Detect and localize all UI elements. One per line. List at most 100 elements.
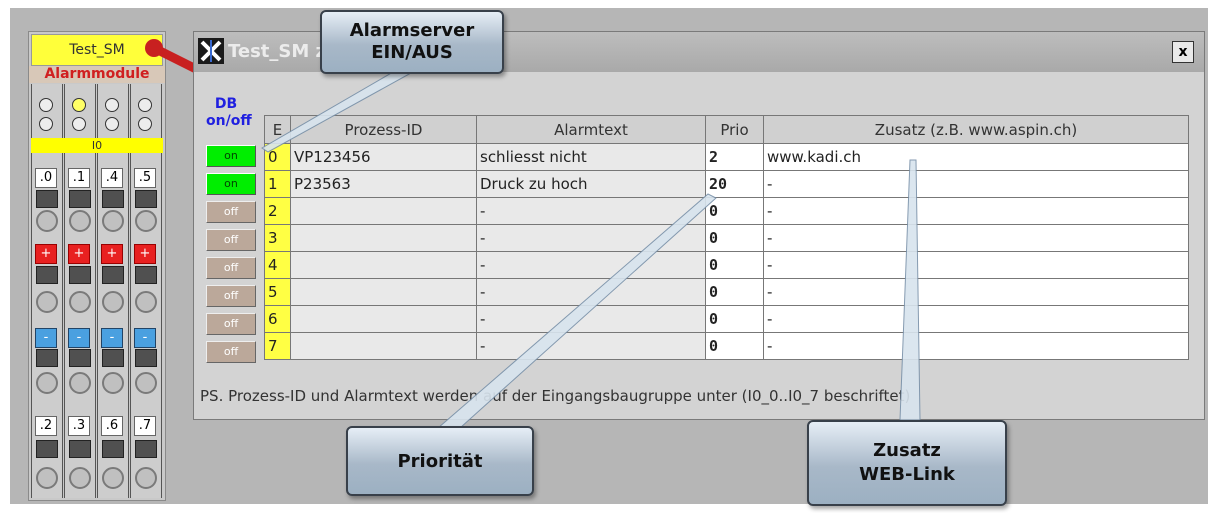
cell-alarmtext[interactable]: schliesst nicht xyxy=(476,143,706,171)
cell-zusatz[interactable]: - xyxy=(763,251,1189,279)
cell-prozess-id[interactable]: VP123456 xyxy=(290,143,477,171)
db-toggle-button[interactable]: off xyxy=(206,341,256,363)
status-led xyxy=(72,117,86,131)
callout-alarmserver: Alarmserver EIN/AUS xyxy=(320,10,504,74)
table-row: 1 P23563 Druck zu hoch 20- xyxy=(264,170,1189,198)
cell-alarmtext[interactable]: - xyxy=(476,224,706,252)
minus-button[interactable]: - xyxy=(68,328,90,348)
cell-zusatz[interactable]: - xyxy=(763,197,1189,225)
output-indicator xyxy=(69,266,91,284)
status-lamp xyxy=(36,372,58,394)
cell-prio[interactable]: 0 xyxy=(705,224,764,252)
input-indicator xyxy=(36,190,58,208)
cell-prio[interactable]: 0 xyxy=(705,251,764,279)
db-toggle-button[interactable]: off xyxy=(206,285,256,307)
status-lamp xyxy=(69,372,91,394)
db-toggle-button[interactable]: off xyxy=(206,313,256,335)
db-toggle-button[interactable]: on xyxy=(206,145,256,167)
db-on-off-label: on/off xyxy=(206,113,252,129)
cell-prozess-id[interactable]: P23563 xyxy=(290,170,477,198)
cell-prozess-id[interactable] xyxy=(290,224,477,252)
minus-button[interactable]: - xyxy=(35,328,57,348)
db-toggle-button[interactable]: off xyxy=(206,257,256,279)
cell-zusatz[interactable]: - xyxy=(763,278,1189,306)
input-indicator xyxy=(102,190,124,208)
cell-zusatz[interactable]: - xyxy=(763,170,1189,198)
cell-index: 3 xyxy=(264,224,291,252)
cell-index: 1 xyxy=(264,170,291,198)
close-button[interactable]: x xyxy=(1172,41,1194,63)
cell-prozess-id[interactable] xyxy=(290,305,477,333)
input-bit-label: .4 xyxy=(101,168,123,188)
cell-prozess-id[interactable] xyxy=(290,332,477,360)
db-toggle-button[interactable]: on xyxy=(206,173,256,195)
db-label: DB xyxy=(214,96,238,112)
cell-prio[interactable]: 0 xyxy=(705,305,764,333)
table-row: 7 -0- xyxy=(264,332,1189,360)
cell-prio[interactable]: 0 xyxy=(705,332,764,360)
cell-zusatz[interactable]: - xyxy=(763,224,1189,252)
status-lamp xyxy=(102,372,124,394)
status-led xyxy=(138,117,152,131)
db-toggle-button[interactable]: off xyxy=(206,201,256,223)
output-indicator xyxy=(135,266,157,284)
plus-button[interactable]: + xyxy=(68,244,90,264)
status-led xyxy=(138,98,152,112)
cell-prio[interactable]: 0 xyxy=(705,278,764,306)
plus-button[interactable]: + xyxy=(101,244,123,264)
cell-prozess-id[interactable] xyxy=(290,251,477,279)
output-indicator xyxy=(36,349,58,367)
alarm-table: E Prozess-ID Alarmtext Prio Zusatz (z.B.… xyxy=(264,115,1189,360)
callout-prioritaet-text: Priorität xyxy=(397,450,483,472)
table-row: 5 -0- xyxy=(264,278,1189,306)
cell-prozess-id[interactable] xyxy=(290,197,477,225)
output-indicator xyxy=(102,349,124,367)
input-indicator xyxy=(102,440,124,458)
cell-alarmtext[interactable]: - xyxy=(476,278,706,306)
cell-zusatz[interactable]: - xyxy=(763,332,1189,360)
minus-button[interactable]: - xyxy=(101,328,123,348)
status-lamp xyxy=(36,291,58,313)
cell-index: 6 xyxy=(264,305,291,333)
table-row: 4 -0- xyxy=(264,251,1189,279)
plus-button[interactable]: + xyxy=(35,244,57,264)
cell-zusatz[interactable]: www.kadi.ch xyxy=(763,143,1189,171)
cell-alarmtext[interactable]: - xyxy=(476,305,706,333)
callout-zusatz: Zusatz WEB-Link xyxy=(807,420,1007,506)
table-row: 6 -0- xyxy=(264,305,1189,333)
column-header-prio: Prio xyxy=(705,115,764,144)
cell-prio[interactable]: 20 xyxy=(705,170,764,198)
cell-zusatz[interactable]: - xyxy=(763,305,1189,333)
cell-index: 0 xyxy=(264,143,291,171)
output-indicator xyxy=(36,266,58,284)
alarm-config-window: Test_SM zu x DB on/off on on off off off off o… xyxy=(193,31,1205,420)
cell-prio[interactable]: 0 xyxy=(705,197,764,225)
input-bit-label: .0 xyxy=(35,168,57,188)
db-toggle-header: DB on/off xyxy=(206,96,252,130)
table-row: 3 -0- xyxy=(264,224,1189,252)
cell-alarmtext[interactable]: - xyxy=(476,251,706,279)
cell-alarmtext[interactable]: - xyxy=(476,332,706,360)
table-header-row: E Prozess-ID Alarmtext Prio Zusatz (z.B.… xyxy=(264,115,1189,144)
cell-alarmtext[interactable]: Druck zu hoch xyxy=(476,170,706,198)
input-bit-label: .2 xyxy=(35,416,57,436)
output-indicator xyxy=(102,266,124,284)
callout-prioritaet: Priorität xyxy=(346,426,534,496)
status-lamp xyxy=(36,210,58,232)
input-indicator xyxy=(135,190,157,208)
minus-button[interactable]: - xyxy=(134,328,156,348)
column-header-zusatz: Zusatz (z.B. www.aspin.ch) xyxy=(763,115,1189,144)
column-header-e: E xyxy=(264,115,291,144)
input-group-label: I0 xyxy=(31,138,163,153)
output-indicator xyxy=(69,349,91,367)
status-lamp xyxy=(36,467,58,489)
cell-prozess-id[interactable] xyxy=(290,278,477,306)
input-bit-label: .1 xyxy=(68,168,90,188)
status-led xyxy=(105,117,119,131)
db-toggle-button[interactable]: off xyxy=(206,229,256,251)
plus-button[interactable]: + xyxy=(134,244,156,264)
column-header-alarmtext: Alarmtext xyxy=(476,115,706,144)
cell-prio[interactable]: 2 xyxy=(705,143,764,171)
cell-alarmtext[interactable]: - xyxy=(476,197,706,225)
input-bit-label: .7 xyxy=(134,416,156,436)
